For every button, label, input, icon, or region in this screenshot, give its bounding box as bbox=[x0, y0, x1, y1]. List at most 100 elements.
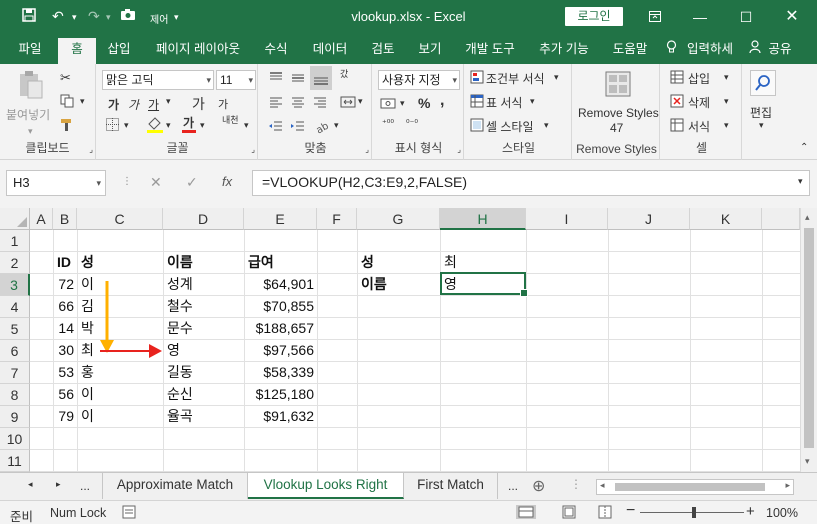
paste-label[interactable]: 붙여넣기 bbox=[6, 106, 50, 123]
maximize-icon[interactable]: ☐ bbox=[734, 6, 758, 28]
editing-label[interactable]: 편집 bbox=[750, 104, 772, 121]
delete-cells-dropdown-icon[interactable]: ▾ bbox=[724, 96, 729, 107]
macro-record-icon[interactable] bbox=[122, 505, 136, 522]
cell-styles-dropdown-icon[interactable]: ▾ bbox=[544, 120, 549, 131]
shrink-font-button[interactable]: 가 bbox=[218, 96, 228, 112]
orientation-dropdown-icon[interactable]: ▾ bbox=[334, 120, 339, 131]
delete-cells-icon[interactable] bbox=[670, 94, 684, 111]
tab-developer[interactable]: 개발 도구 bbox=[456, 40, 524, 64]
borders-icon[interactable] bbox=[106, 118, 119, 134]
insert-cells-button[interactable]: 삽입 bbox=[688, 70, 710, 87]
search-icon[interactable] bbox=[750, 70, 776, 96]
tab-home[interactable]: 홈 bbox=[58, 38, 96, 64]
tab-page-layout[interactable]: 페이지 레이아웃 bbox=[146, 40, 250, 64]
merge-center-icon[interactable] bbox=[340, 94, 356, 113]
remove-styles-button[interactable]: Remove Styles bbox=[578, 106, 659, 120]
zoom-slider-thumb[interactable] bbox=[692, 507, 696, 518]
scroll-up-icon[interactable]: ▴ bbox=[805, 212, 810, 223]
add-sheet-icon[interactable]: ⊕ bbox=[532, 476, 545, 496]
collapse-ribbon-icon[interactable]: ⌃ bbox=[800, 142, 808, 153]
align-middle-icon[interactable] bbox=[290, 70, 306, 89]
scroll-right-icon[interactable]: ▸ bbox=[785, 480, 790, 491]
horizontal-scrollbar[interactable]: ◂ ▸ bbox=[596, 479, 794, 495]
phonetic-button[interactable]: 내천 bbox=[222, 116, 239, 125]
paste-icon[interactable] bbox=[18, 70, 44, 103]
format-as-table-button[interactable]: 표 서식 bbox=[486, 94, 522, 111]
percent-button[interactable]: % bbox=[418, 95, 430, 111]
normal-view-icon[interactable] bbox=[516, 505, 536, 522]
tab-data[interactable]: 데이터 bbox=[304, 40, 356, 64]
format-cells-button[interactable]: 서식 bbox=[688, 118, 710, 135]
align-right-icon[interactable] bbox=[312, 94, 328, 113]
decrease-indent-icon[interactable] bbox=[268, 118, 284, 137]
alignment-launcher-icon[interactable]: ⌟ bbox=[365, 145, 369, 154]
increase-decimal-icon[interactable]: ⁺⁰⁰ bbox=[382, 118, 394, 129]
font-name-select[interactable]: 맑은 고딕 ▾ bbox=[102, 70, 214, 90]
page-layout-view-icon[interactable] bbox=[562, 505, 576, 522]
merge-dropdown-icon[interactable]: ▾ bbox=[358, 96, 363, 107]
scroll-down-icon[interactable]: ▾ bbox=[805, 456, 810, 467]
format-as-table-dropdown-icon[interactable]: ▾ bbox=[530, 96, 535, 107]
insert-function-icon[interactable]: fx bbox=[222, 174, 232, 189]
grow-font-button[interactable]: 가 bbox=[192, 94, 205, 114]
sheet-tab-splitter-icon[interactable]: ⋮ bbox=[570, 477, 582, 491]
underline-button[interactable]: 가 bbox=[148, 96, 159, 113]
underline-dropdown-icon[interactable]: ▾ bbox=[166, 96, 171, 107]
horizontal-scroll-thumb[interactable] bbox=[615, 483, 765, 491]
insert-cells-dropdown-icon[interactable]: ▾ bbox=[724, 72, 729, 83]
cell-styles-button[interactable]: 셀 스타일 bbox=[486, 118, 534, 135]
format-cells-dropdown-icon[interactable]: ▾ bbox=[724, 120, 729, 131]
font-size-select[interactable]: 11 ▾ bbox=[216, 70, 256, 90]
enter-formula-icon[interactable]: ✓ bbox=[186, 174, 198, 191]
format-cells-icon[interactable] bbox=[670, 118, 684, 135]
zoom-in-icon[interactable]: + bbox=[746, 503, 755, 520]
zoom-out-icon[interactable]: − bbox=[626, 502, 635, 520]
name-box[interactable]: H3 ▾ bbox=[6, 170, 106, 196]
insert-cells-icon[interactable] bbox=[670, 70, 684, 87]
align-left-icon[interactable] bbox=[268, 94, 284, 113]
number-launcher-icon[interactable]: ⌟ bbox=[457, 145, 461, 154]
bold-button[interactable]: 가 bbox=[108, 96, 119, 113]
clipboard-launcher-icon[interactable]: ⌟ bbox=[89, 145, 93, 154]
format-as-table-icon[interactable] bbox=[470, 94, 484, 111]
sheet-tab-first-match[interactable]: First Match bbox=[404, 473, 498, 499]
next-sheet-icon[interactable]: ▸ bbox=[56, 479, 61, 490]
conditional-formatting-button[interactable]: 조건부 서식 bbox=[486, 70, 545, 87]
comma-button[interactable]: , bbox=[440, 92, 444, 110]
page-break-view-icon[interactable] bbox=[598, 505, 612, 522]
align-top-icon[interactable] bbox=[268, 70, 284, 89]
number-format-select[interactable]: 사용자 지정 ▾ bbox=[378, 70, 460, 90]
close-icon[interactable]: ✕ bbox=[780, 6, 804, 28]
decrease-decimal-icon[interactable]: ⁰⁻⁰ bbox=[406, 118, 418, 129]
tab-file[interactable]: 파일 bbox=[8, 40, 52, 64]
italic-button[interactable]: 가 bbox=[128, 96, 139, 113]
font-color-dropdown-icon[interactable]: ▾ bbox=[200, 120, 205, 131]
prev-sheet-icon[interactable]: ◂ bbox=[28, 479, 33, 490]
tab-view[interactable]: 보기 bbox=[410, 40, 450, 64]
align-center-icon[interactable] bbox=[290, 94, 306, 113]
expand-formula-bar-icon[interactable]: ▾ bbox=[798, 176, 803, 187]
delete-cells-button[interactable]: 삭제 bbox=[688, 94, 710, 111]
orientation-icon[interactable]: ab bbox=[314, 118, 330, 137]
tab-insert[interactable]: 삽입 bbox=[100, 40, 138, 64]
font-launcher-icon[interactable]: ⌟ bbox=[251, 145, 255, 154]
accounting-icon[interactable] bbox=[380, 96, 396, 113]
accounting-dropdown-icon[interactable]: ▾ bbox=[400, 98, 405, 109]
sheet-tab-vlookup-looks-right[interactable]: Vlookup Looks Right bbox=[248, 473, 404, 499]
sheet-tab-approximate-match[interactable]: Approximate Match bbox=[102, 473, 248, 499]
ribbon-display-icon[interactable] bbox=[643, 6, 667, 28]
font-color-icon[interactable]: 가 bbox=[182, 115, 196, 136]
wrap-text-button[interactable]: 갔 bbox=[340, 70, 348, 79]
active-cell-h3[interactable] bbox=[440, 272, 528, 297]
vertical-scroll-thumb[interactable] bbox=[804, 228, 814, 448]
tab-addins[interactable]: 추가 기능 bbox=[530, 40, 598, 64]
increase-indent-icon[interactable] bbox=[290, 118, 306, 137]
zoom-level[interactable]: 100% bbox=[766, 506, 798, 520]
tell-me-input[interactable]: 입력하세 bbox=[680, 40, 740, 64]
worksheet-grid[interactable]: A B C D E F G H I J K 1 2 3 4 5 6 7 8 9 … bbox=[0, 208, 817, 472]
login-button[interactable]: 로그인 bbox=[565, 7, 623, 26]
remove-styles-icon[interactable] bbox=[604, 70, 632, 101]
tab-help[interactable]: 도움말 bbox=[604, 40, 656, 64]
copy-icon[interactable] bbox=[60, 94, 74, 111]
paste-dropdown-icon[interactable]: ▾ bbox=[28, 126, 33, 137]
